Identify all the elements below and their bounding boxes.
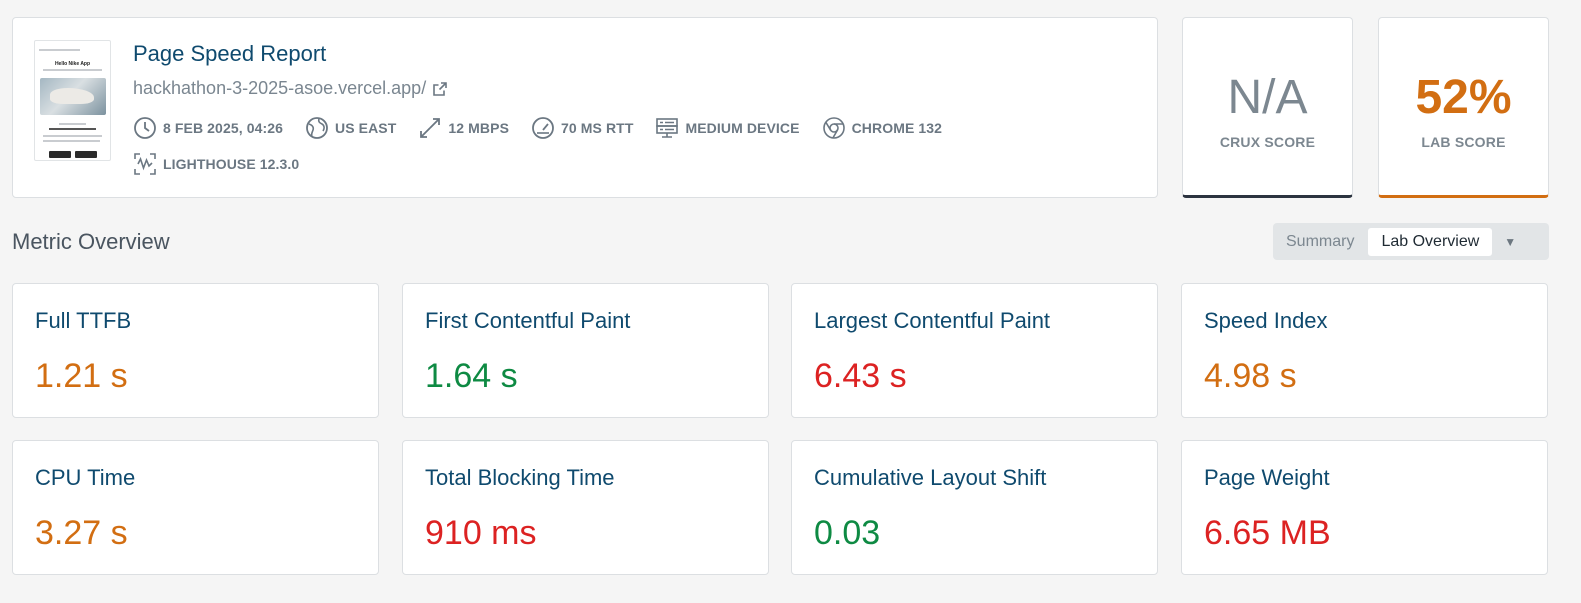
page-title: Page Speed Report (133, 41, 327, 66)
toggle-summary[interactable]: Summary (1273, 228, 1367, 256)
metric-name: Page Weight (1204, 465, 1330, 490)
metric-card-cpu-time[interactable]: CPU Time 3.27 s (12, 440, 379, 575)
report-header-card: Hello Nike App Page Speed Report hackhat… (12, 17, 1158, 198)
meta-rtt-label: 70 MS RTT (561, 120, 634, 136)
globe-icon (306, 117, 328, 139)
external-link-icon[interactable] (432, 81, 448, 97)
meta-location: US EAST (305, 116, 396, 140)
lighthouse-icon (134, 153, 156, 175)
metric-value: 1.21 s (35, 357, 128, 395)
test-settings-row: 8 FEB 2025, 04:26 US EAST 12 MBPS 70 MS … (133, 116, 964, 140)
lab-score-value: 52% (1415, 71, 1512, 124)
metric-card-cls[interactable]: Cumulative Layout Shift 0.03 (791, 440, 1158, 575)
meta-browser: CHROME 132 (822, 116, 942, 140)
metric-value: 0.03 (814, 514, 881, 552)
chrome-icon (822, 117, 845, 139)
lab-score-card[interactable]: 52% LAB SCORE (1378, 17, 1549, 198)
metric-value: 1.64 s (425, 357, 518, 395)
metric-value: 6.43 s (814, 357, 907, 395)
metric-value: 4.98 s (1204, 357, 1297, 395)
metric-card-page-weight[interactable]: Page Weight 6.65 MB (1181, 440, 1548, 575)
meta-date: 8 FEB 2025, 04:26 (133, 116, 283, 140)
clock-icon (134, 117, 156, 139)
lab-score-label: LAB SCORE (1421, 134, 1506, 150)
meta-device: MEDIUM DEVICE (655, 116, 799, 140)
crux-score-value: N/A (1227, 71, 1308, 124)
meta-bandwidth: 12 MBPS (418, 116, 509, 140)
bandwidth-icon (420, 118, 441, 138)
gauge-icon (532, 117, 554, 139)
metric-value: 3.27 s (35, 514, 128, 552)
metric-name: Total Blocking Time (425, 465, 615, 490)
report-url-text[interactable]: hackhathon-3-2025-asoe.vercel.app/ (133, 78, 426, 99)
metric-value: 6.65 MB (1204, 514, 1331, 552)
meta-location-label: US EAST (335, 120, 397, 136)
meta-rtt: 70 MS RTT (531, 116, 633, 140)
lighthouse-version-row: LIGHTHOUSE 12.3.0 (133, 152, 321, 176)
metric-name: Cumulative Layout Shift (814, 465, 1047, 490)
metric-card-tbt[interactable]: Total Blocking Time 910 ms (402, 440, 769, 575)
thumbnail-shoe-image (40, 78, 106, 115)
metric-name: Speed Index (1204, 308, 1328, 333)
meta-bandwidth-label: 12 MBPS (448, 120, 510, 136)
report-url[interactable]: hackhathon-3-2025-asoe.vercel.app/ (133, 78, 448, 99)
metric-card-fcp[interactable]: First Contentful Paint 1.64 s (402, 283, 769, 418)
overview-view-toggle: Summary Lab Overview ▼ (1273, 223, 1549, 260)
caret-down-icon[interactable]: ▼ (1504, 235, 1516, 249)
meta-lighthouse-label: LIGHTHOUSE 12.3.0 (163, 156, 300, 172)
crux-score-label: CRUX SCORE (1219, 134, 1316, 150)
thumbnail-title: Hello Nike App (54, 61, 91, 67)
metric-name: CPU Time (35, 465, 136, 490)
server-icon (656, 118, 679, 138)
meta-date-label: 8 FEB 2025, 04:26 (163, 120, 283, 136)
meta-lighthouse: LIGHTHOUSE 12.3.0 (133, 152, 299, 176)
metric-card-lcp[interactable]: Largest Contentful Paint 6.43 s (791, 283, 1158, 418)
metric-card-speed-index[interactable]: Speed Index 4.98 s (1181, 283, 1548, 418)
toggle-lab-overview[interactable]: Lab Overview (1368, 227, 1493, 256)
metric-name: Largest Contentful Paint (814, 308, 1051, 333)
metric-value: 910 ms (425, 514, 537, 552)
metric-name: First Contentful Paint (425, 308, 631, 333)
metric-name: Full TTFB (35, 308, 132, 333)
meta-browser-label: CHROME 132 (851, 120, 943, 136)
metric-overview-title: Metric Overview (12, 229, 170, 254)
crux-score-card[interactable]: N/A CRUX SCORE (1182, 17, 1353, 198)
page-screenshot-thumbnail[interactable]: Hello Nike App (34, 40, 111, 161)
metric-card-full-ttfb[interactable]: Full TTFB 1.21 s (12, 283, 379, 418)
meta-device-label: MEDIUM DEVICE (685, 120, 800, 136)
